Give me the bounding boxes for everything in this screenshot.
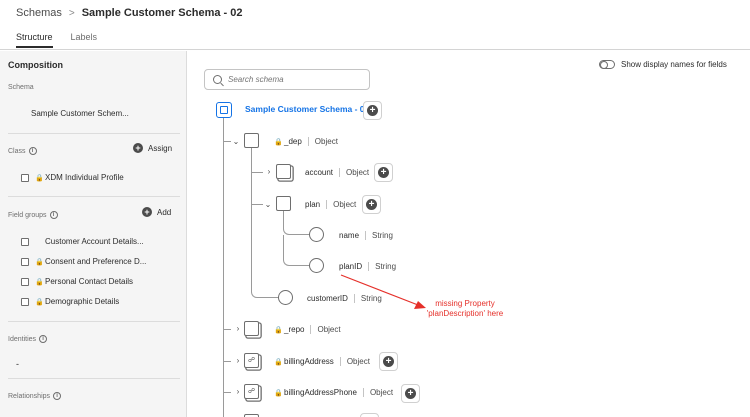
- annotation-arrow: [340, 274, 426, 309]
- annotation-line: 'planDescription' here: [426, 309, 504, 318]
- annotation-note: missing Property 'planDescription' here: [410, 299, 520, 319]
- annotation-line: missing Property: [435, 299, 495, 308]
